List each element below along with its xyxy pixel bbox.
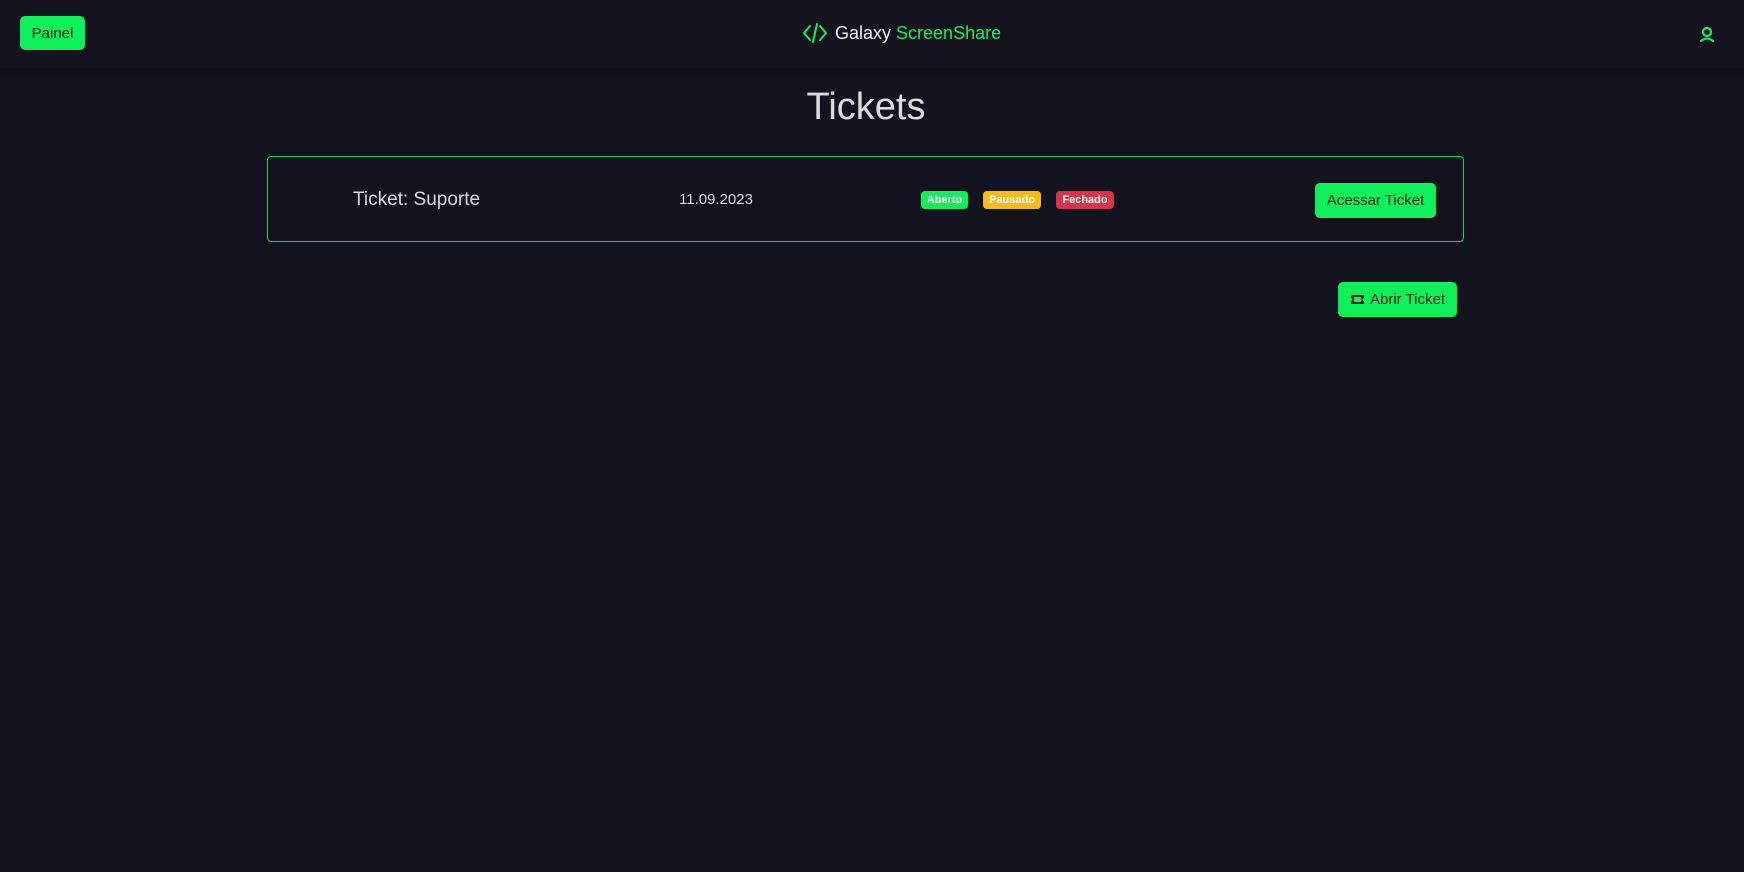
abrir-ticket-button[interactable]: Abrir Ticket: [1338, 282, 1457, 317]
painel-button[interactable]: Painel: [20, 16, 85, 50]
status-badge-fechado: Fechado: [1056, 191, 1114, 209]
ticket-icon: [1350, 295, 1364, 304]
acessar-ticket-button[interactable]: Acessar Ticket: [1315, 183, 1436, 218]
brand-logo[interactable]: Galaxy ScreenShare: [802, 20, 1001, 46]
user-icon[interactable]: [1699, 26, 1715, 42]
brand-name-primary: Galaxy: [835, 22, 892, 43]
abrir-ticket-label: Abrir Ticket: [1369, 291, 1445, 308]
code-icon: [803, 23, 827, 43]
page-title: Tickets: [806, 86, 926, 128]
ticket-card: Ticket: Suporte 11.09.2023 Aberto Pausad…: [267, 156, 1464, 242]
brand-name-secondary: ScreenShare: [896, 22, 1002, 43]
ticket-name: Ticket: Suporte: [353, 189, 481, 210]
ticket-date: 11.09.2023: [679, 191, 753, 208]
status-badge-pausado: Pausado: [983, 191, 1041, 209]
status-badge-aberto: Aberto: [921, 191, 968, 209]
top-navbar: Painel Galaxy ScreenShare: [0, 0, 1744, 68]
